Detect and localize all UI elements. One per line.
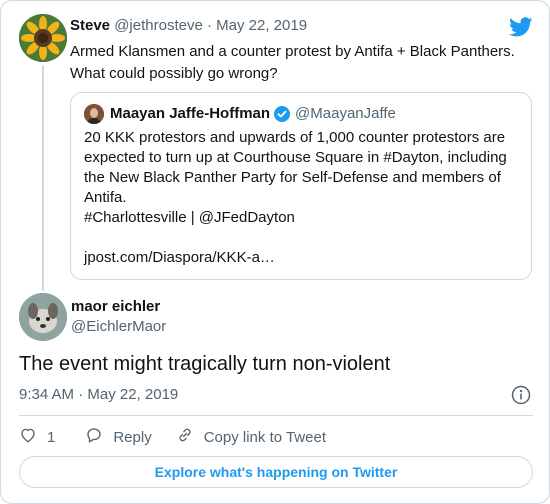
maayan-avatar[interactable] bbox=[84, 104, 104, 124]
reply-label: Reply bbox=[113, 428, 152, 446]
reply-bubble-icon bbox=[85, 426, 113, 448]
reply-button[interactable]: Reply bbox=[85, 426, 152, 448]
quoted-tweet-header: Maayan Jaffe-Hoffman @MaayanJaffe bbox=[110, 105, 396, 122]
explore-twitter-button[interactable]: Explore what's happening on Twitter bbox=[19, 456, 533, 488]
like-button[interactable]: 1 bbox=[19, 426, 55, 448]
twitter-bird-icon[interactable] bbox=[508, 15, 533, 39]
parent-author-name[interactable]: Steve bbox=[70, 17, 110, 34]
like-count: 1 bbox=[47, 428, 56, 446]
heart-icon bbox=[19, 426, 47, 448]
quoted-author-name[interactable]: Maayan Jaffe-Hoffman bbox=[110, 105, 270, 122]
parent-author-handle[interactable]: @jethrosteve bbox=[114, 17, 203, 34]
copy-link-label: Copy link to Tweet bbox=[203, 428, 326, 446]
reply-author-handle[interactable]: @EichlerMaor bbox=[71, 318, 166, 335]
quoted-tweet-text: 20 KKK protestors and upwards of 1,000 c… bbox=[84, 128, 524, 228]
quoted-text-line: expected to turn up at Courthouse Square… bbox=[84, 149, 507, 166]
quoted-tweet-link[interactable]: jpost.com/Diaspora/KKK-a… bbox=[84, 249, 275, 266]
maor-avatar[interactable] bbox=[19, 293, 67, 341]
quoted-text-line: the New Black Panther Party for Self-Def… bbox=[84, 169, 501, 186]
thread-connector-line bbox=[42, 65, 44, 291]
quoted-tweet[interactable]: Maayan Jaffe-Hoffman @MaayanJaffe 20 KKK… bbox=[70, 92, 532, 280]
actions-divider bbox=[19, 415, 533, 416]
reply-timestamp[interactable]: 9:34 AM · May 22, 2019 bbox=[19, 386, 178, 403]
tweet-embed-card: Steve @jethrosteve · May 22, 2019 Armed … bbox=[0, 0, 550, 504]
parent-tweet-date[interactable]: May 22, 2019 bbox=[216, 17, 307, 34]
quoted-author-handle[interactable]: @MaayanJaffe bbox=[295, 105, 396, 122]
verified-badge-icon bbox=[274, 105, 291, 122]
parent-tweet-header: Steve @jethrosteve · May 22, 2019 bbox=[70, 17, 307, 34]
tweet-actions: 1 Reply Copy link to Tweet bbox=[19, 426, 326, 448]
header-separator: · bbox=[206, 17, 212, 34]
quoted-text-line: #Charlottesville | @JFedDayton bbox=[84, 209, 295, 226]
reply-author-name[interactable]: maor eichler bbox=[71, 298, 160, 315]
steve-avatar[interactable] bbox=[19, 14, 67, 62]
copy-link-button[interactable]: Copy link to Tweet bbox=[176, 426, 326, 448]
link-icon bbox=[176, 426, 204, 448]
info-icon[interactable] bbox=[511, 385, 531, 405]
reply-tweet-text: The event might tragically turn non-viol… bbox=[19, 353, 391, 375]
quoted-text-line: Antifa. bbox=[84, 189, 127, 206]
quoted-text-line: 20 KKK protestors and upwards of 1,000 c… bbox=[84, 129, 506, 146]
parent-tweet-text: Armed Klansmen and a counter protest by … bbox=[70, 43, 515, 82]
